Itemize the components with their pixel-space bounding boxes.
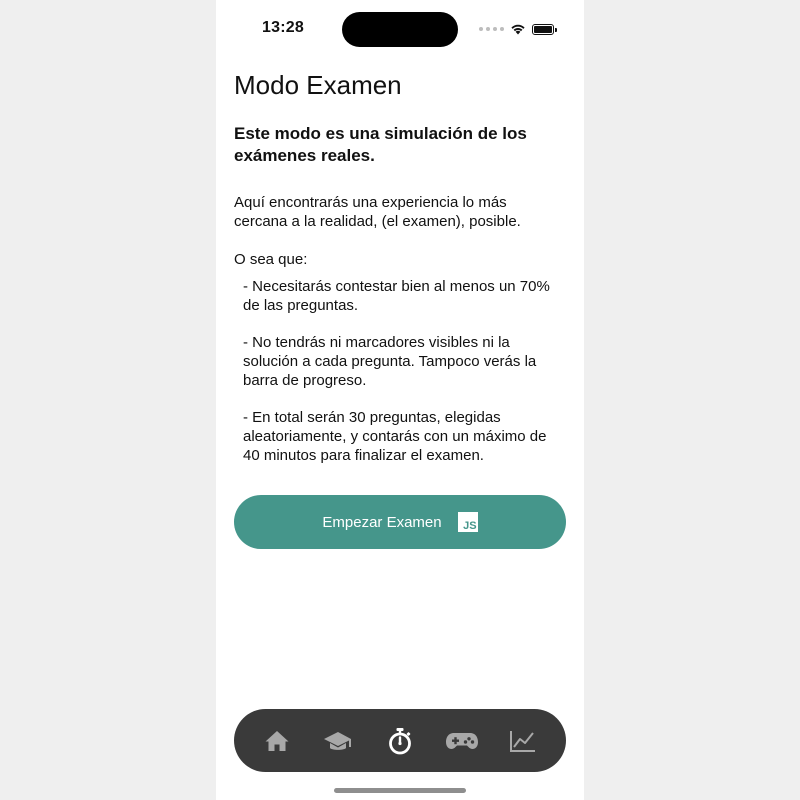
stopwatch-icon [389,727,411,754]
tab-games[interactable] [442,721,482,761]
tab-home[interactable] [257,721,297,761]
rule-item: - No tendrás ni marcadores visibles ni l… [243,334,537,389]
battery-icon [532,23,557,35]
start-exam-label: Empezar Examen [322,513,442,531]
tab-study[interactable] [318,721,358,761]
status-time: 13:28 [262,19,304,36]
js-icon: JS [457,512,478,532]
line-chart-icon [510,730,536,752]
graduation-cap-icon [324,731,352,750]
start-exam-button[interactable]: Empezar Examen JS [234,495,566,549]
gamepad-icon [445,732,478,749]
intro-text: Aquí encontrarás una experiencia lo más … [234,194,521,230]
home-icon [265,730,289,751]
wifi-icon [511,24,525,35]
cellular-signal-icon [479,27,504,31]
rules-list: - Necesitarás contestar bien al menos un… [243,277,563,483]
rule-item: - Necesitarás contestar bien al menos un… [243,278,550,314]
so-label: O sea que: [234,251,308,268]
page-subtitle: Este modo es una simulación de los exáme… [234,124,527,165]
tab-exam[interactable] [380,721,420,761]
phone-screen: 13:28 Modo Examen Este modo es una simul… [216,0,584,800]
dynamic-island [342,12,458,47]
status-icons [479,20,557,38]
home-indicator[interactable] [334,788,466,793]
rule-item: - En total serán 30 preguntas, elegidas … [243,409,547,464]
page-title: Modo Examen [234,70,402,100]
tab-bar [234,709,566,772]
tab-stats[interactable] [503,721,543,761]
